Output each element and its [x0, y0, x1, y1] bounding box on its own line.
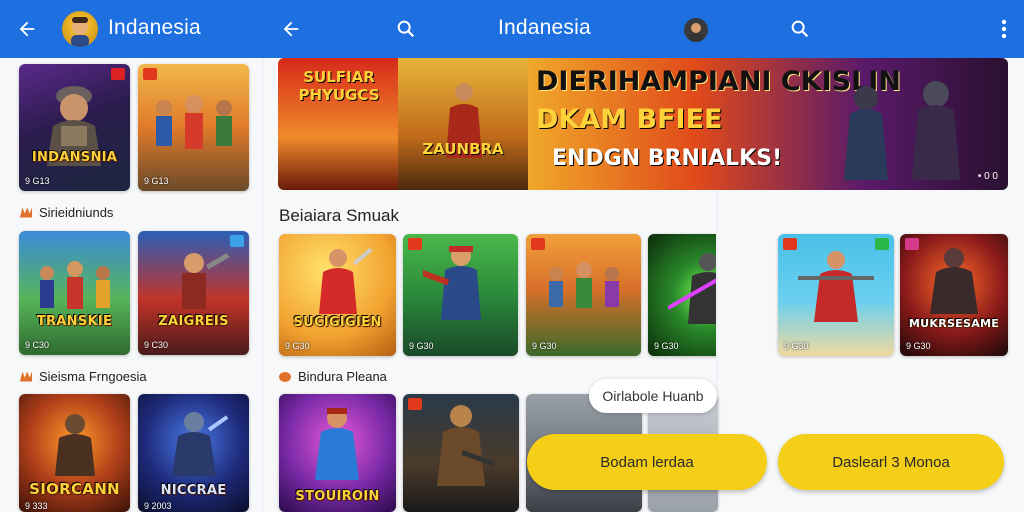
- game-card[interactable]: 9 G30: [403, 234, 518, 356]
- card-meta: 9 333: [25, 501, 48, 511]
- game-card[interactable]: SUCIGIGIEN 9 G30: [279, 234, 396, 356]
- card-meta: 9 G30: [906, 341, 931, 351]
- banner-headline: ENDGN BRNIALKS!: [552, 146, 783, 171]
- tooltip-chip[interactable]: Oirlabole Huanb: [589, 379, 717, 413]
- badge-icon: [531, 238, 545, 250]
- section-title: Bindura Pleana: [298, 369, 387, 384]
- card-meta: 9 G30: [409, 341, 434, 351]
- page-title: Indanesia: [498, 16, 591, 39]
- banner-robots: [844, 81, 960, 180]
- badge-icon: [143, 68, 157, 80]
- secondary-action-button[interactable]: Daslearl 3 Monoa: [778, 434, 1004, 490]
- game-card[interactable]: ZAIGREIS 9 C30: [138, 231, 249, 355]
- back-arrow-icon[interactable]: [12, 14, 42, 44]
- card-meta: 9 G13: [144, 176, 169, 186]
- middle-app-bar: Indanesia: [264, 0, 716, 58]
- primary-action-button[interactable]: Bodam lerdaa: [527, 434, 767, 490]
- game-card[interactable]: 9 G30: [648, 234, 716, 356]
- right-app-bar: [718, 0, 1024, 58]
- badge-icon: [408, 238, 422, 250]
- badge-icon: [111, 68, 125, 80]
- card-meta: 9 2003: [144, 501, 172, 511]
- crown-icon: [20, 207, 32, 218]
- badge-icon: [875, 238, 889, 250]
- card-meta: 9 C30: [25, 340, 50, 350]
- more-vert-icon[interactable]: [989, 14, 1019, 44]
- game-card[interactable]: STOUIROIN: [279, 394, 396, 512]
- card-title: NICCRAE: [160, 483, 227, 498]
- page-title: Indanesia: [108, 16, 201, 39]
- card-meta: 9 G30: [654, 341, 679, 351]
- banner-page-indicator: • 0 0: [977, 171, 998, 182]
- game-card[interactable]: INDANSNIA 9 G13: [19, 64, 130, 191]
- section-heading: Beiaiara Smuak: [279, 206, 400, 225]
- search-icon[interactable]: [785, 14, 815, 44]
- card-title: SIORCANN: [29, 480, 120, 498]
- crown-icon: [20, 371, 32, 382]
- badge-icon: [408, 398, 422, 410]
- search-icon[interactable]: [391, 14, 421, 44]
- section-title: Sirieidniunds: [39, 205, 114, 220]
- back-arrow-icon[interactable]: [276, 14, 306, 44]
- card-meta: 9 C30: [144, 340, 169, 350]
- card-meta: 9 G13: [25, 176, 50, 186]
- game-card[interactable]: [403, 394, 519, 512]
- badge-icon: [905, 238, 919, 250]
- flame-icon: [279, 371, 291, 382]
- banner-left-title: SULFIAR PHYUGCS: [298, 68, 380, 104]
- section-header: Bindura Pleana: [279, 369, 387, 384]
- card-title: MUKRSESAME: [908, 317, 1000, 330]
- left-panel: Indanesia INDANSNIA 9 G13 9 G13 Sirieidn…: [0, 0, 262, 512]
- section-header: Sieisma Frngoesia: [20, 369, 147, 384]
- section-title: Sieisma Frngoesia: [39, 369, 147, 384]
- card-title: TRANSKIE: [36, 314, 113, 329]
- banner-subtitle: ZAUNBRA: [422, 140, 504, 158]
- card-title: ZAIGREIS: [158, 314, 229, 329]
- game-card[interactable]: SIORCANN 9 333: [19, 394, 130, 512]
- game-card[interactable]: 9 G30: [526, 234, 641, 356]
- card-meta: 9 G30: [784, 341, 809, 351]
- card-meta: 9 G30: [285, 341, 310, 351]
- hero-banner[interactable]: SULFIAR PHYUGCS ZAUNBRA DIERIHAMPIANI CK…: [278, 58, 1008, 190]
- game-card[interactable]: TRANSKIE 9 C30: [19, 231, 130, 355]
- avatar[interactable]: [62, 11, 98, 47]
- card-meta: 9 G30: [532, 341, 557, 351]
- left-app-bar: Indanesia: [0, 0, 262, 58]
- card-title: SUCIGIGIEN: [293, 315, 382, 330]
- badge-icon: [230, 235, 244, 247]
- banner-headline: DKAM BFIEE: [536, 104, 723, 135]
- badge-icon: [783, 238, 797, 250]
- game-card[interactable]: NICCRAE 9 2003: [138, 394, 249, 512]
- avatar[interactable]: [684, 18, 708, 42]
- section-header: Sirieidniunds: [20, 205, 113, 220]
- card-title: INDANSNIA: [31, 150, 118, 165]
- game-card[interactable]: MUKRSESAME 9 G30: [900, 234, 1008, 356]
- game-card[interactable]: 9 G13: [138, 64, 249, 191]
- game-card[interactable]: 9 G30: [778, 234, 894, 356]
- card-title: STOUIROIN: [295, 489, 380, 504]
